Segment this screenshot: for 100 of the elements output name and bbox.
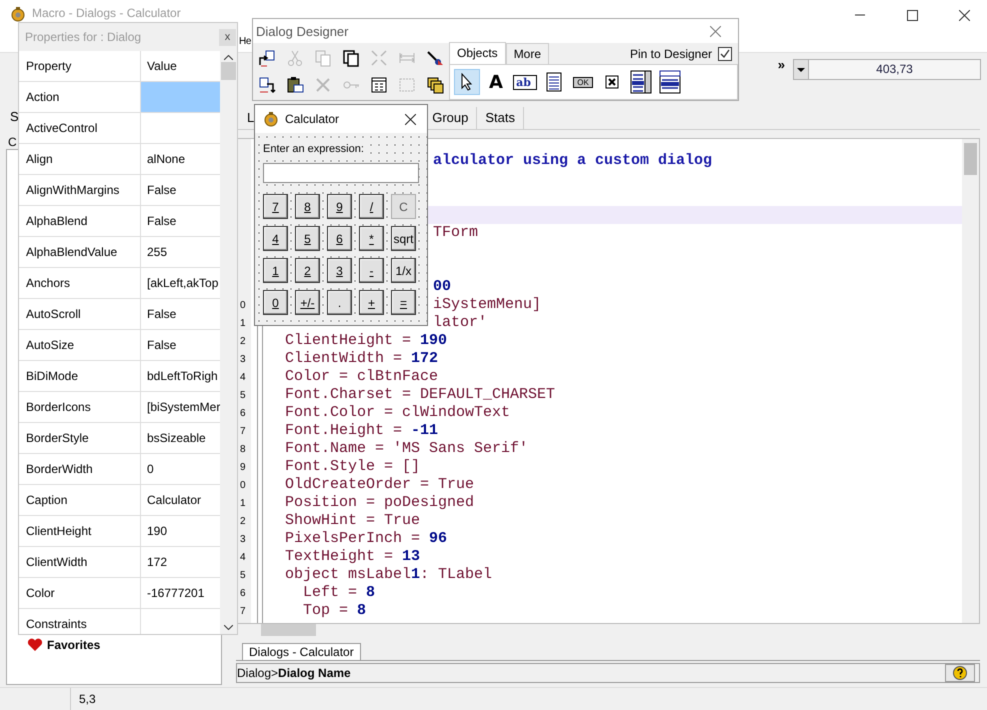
property-name[interactable]: ClientWidth xyxy=(19,547,141,577)
property-name[interactable]: Caption xyxy=(19,485,141,515)
close-button[interactable]: x xyxy=(219,28,236,46)
property-value[interactable]: [akLeft,akTop xyxy=(141,268,220,298)
property-value[interactable]: bdLeftToRigh xyxy=(141,361,220,391)
line-number: 8 xyxy=(239,443,246,457)
property-name[interactable]: ClientHeight xyxy=(19,516,141,546)
property-name[interactable]: Constraints xyxy=(19,609,141,634)
overflow-chevron[interactable]: » xyxy=(778,57,785,72)
calculator-key[interactable]: . xyxy=(327,290,352,315)
crossed-box-icon xyxy=(605,75,619,89)
code-line: Top = 8 xyxy=(303,602,366,620)
calculator-key[interactable]: sqrt xyxy=(391,226,416,251)
property-name[interactable]: AlphaBlend xyxy=(19,206,141,236)
property-name[interactable]: AlphaBlendValue xyxy=(19,237,141,267)
property-name[interactable]: Color xyxy=(19,578,141,608)
help-button[interactable] xyxy=(945,664,975,682)
pages-icon[interactable] xyxy=(342,48,360,66)
wand-icon[interactable] xyxy=(426,48,444,66)
calculator-key[interactable]: 1/x xyxy=(391,258,416,283)
property-name[interactable]: Align xyxy=(19,144,141,174)
palette-tab[interactable]: More xyxy=(506,43,550,64)
property-value[interactable]: Calculator xyxy=(141,485,220,515)
line-number: 7 xyxy=(239,425,246,439)
property-name[interactable]: ActiveControl xyxy=(19,113,141,143)
line-number: 1 xyxy=(239,497,246,511)
property-name[interactable]: AlignWithMargins xyxy=(19,175,141,205)
property-name[interactable]: BorderWidth xyxy=(19,454,141,484)
expression-field[interactable] xyxy=(263,163,419,183)
property-value[interactable]: False xyxy=(141,330,220,360)
line-number: 6 xyxy=(239,407,246,421)
property-name[interactable]: BorderStyle xyxy=(19,423,141,453)
property-value[interactable]: 0 xyxy=(141,454,220,484)
vertical-scrollbar[interactable] xyxy=(220,51,237,634)
calculator-key[interactable]: 5 xyxy=(295,226,320,251)
code-line: Font.Name = 'MS Sans Serif' xyxy=(285,440,528,458)
scroll-down-icon[interactable] xyxy=(224,625,233,630)
close-icon[interactable] xyxy=(404,114,416,124)
calculator-key[interactable]: 8 xyxy=(295,194,320,219)
property-value[interactable]: bsSizeable xyxy=(141,423,220,453)
maximize-icon[interactable] xyxy=(906,10,918,20)
calculator-key[interactable]: 3 xyxy=(327,258,352,283)
code-line: Color = clBtnFace xyxy=(285,368,438,386)
calculator-key[interactable]: 6 xyxy=(327,226,352,251)
property-name[interactable]: BiDiMode xyxy=(19,361,141,391)
scroll-thumb[interactable] xyxy=(221,62,236,80)
clipboard-icon[interactable] xyxy=(286,76,304,94)
pin-label: Pin to Designer xyxy=(630,46,712,60)
document-arrow-icon[interactable] xyxy=(258,76,276,94)
calculator-key[interactable]: 4 xyxy=(263,226,288,251)
menu-item[interactable]: He xyxy=(239,36,252,46)
calculator-key[interactable]: * xyxy=(359,226,384,251)
folders-icon[interactable] xyxy=(426,76,444,94)
close-icon[interactable] xyxy=(958,10,970,20)
property-name[interactable]: BorderIcons xyxy=(19,392,141,422)
calculator-key[interactable]: +/- xyxy=(295,290,320,315)
panel-tab[interactable]: S xyxy=(6,107,19,127)
property-name[interactable]: AutoScroll xyxy=(19,299,141,329)
form-grid-icon[interactable] xyxy=(370,76,388,94)
app-icon xyxy=(263,111,279,127)
window-title: Dialog Designer xyxy=(256,24,348,38)
property-name[interactable]: AutoSize xyxy=(19,330,141,360)
property-value[interactable]: False xyxy=(141,206,220,236)
scroll-up-icon[interactable] xyxy=(224,55,233,60)
dropdown-arrow-icon xyxy=(797,68,805,72)
calculator-key[interactable]: / xyxy=(359,194,384,219)
document-arrow-icon[interactable] xyxy=(258,48,276,66)
calculator-key[interactable]: 1 xyxy=(263,258,288,283)
line-number: 3 xyxy=(239,353,246,367)
property-value[interactable]: 255 xyxy=(141,237,220,267)
property-value[interactable]: 172 xyxy=(141,547,220,577)
code-line: lator' xyxy=(433,314,488,332)
document-tab[interactable]: Dialogs - Calculator xyxy=(242,643,361,660)
property-value[interactable]: alNone xyxy=(141,144,220,174)
minimize-icon[interactable] xyxy=(855,14,865,16)
property-value[interactable]: -16777201 xyxy=(141,578,220,608)
column-header: Value xyxy=(146,58,178,75)
dropdown-list-icon xyxy=(659,70,681,94)
button-tool[interactable]: OK xyxy=(570,69,596,95)
calculator-key[interactable]: - xyxy=(359,258,384,283)
property-value[interactable]: 190 xyxy=(141,516,220,546)
palette-tab[interactable]: Objects xyxy=(449,42,506,64)
calculator-key[interactable]: 0 xyxy=(263,290,288,315)
value-combo[interactable]: 403,73 xyxy=(793,59,981,80)
code-line: iSystemMenu] xyxy=(433,296,542,314)
favorites-item[interactable]: Favorites xyxy=(27,638,221,652)
calculator-key[interactable]: 7 xyxy=(263,194,288,219)
label-tool[interactable]: A xyxy=(483,69,509,95)
calculator-key[interactable]: + xyxy=(359,290,384,315)
pointer-tool[interactable] xyxy=(454,69,480,95)
property-value[interactable]: False xyxy=(141,299,220,329)
calculator-key[interactable]: 9 xyxy=(327,194,352,219)
combobox-tool[interactable] xyxy=(657,69,683,95)
vertical-scrollbar[interactable] xyxy=(962,139,979,623)
property-name[interactable]: Anchors xyxy=(19,268,141,298)
calculator-key[interactable]: = xyxy=(391,290,416,315)
property-value[interactable]: [biSystemMer xyxy=(141,392,220,422)
pin-checkbox[interactable] xyxy=(718,46,732,60)
property-value[interactable]: False xyxy=(141,175,220,205)
calculator-key[interactable]: 2 xyxy=(295,258,320,283)
